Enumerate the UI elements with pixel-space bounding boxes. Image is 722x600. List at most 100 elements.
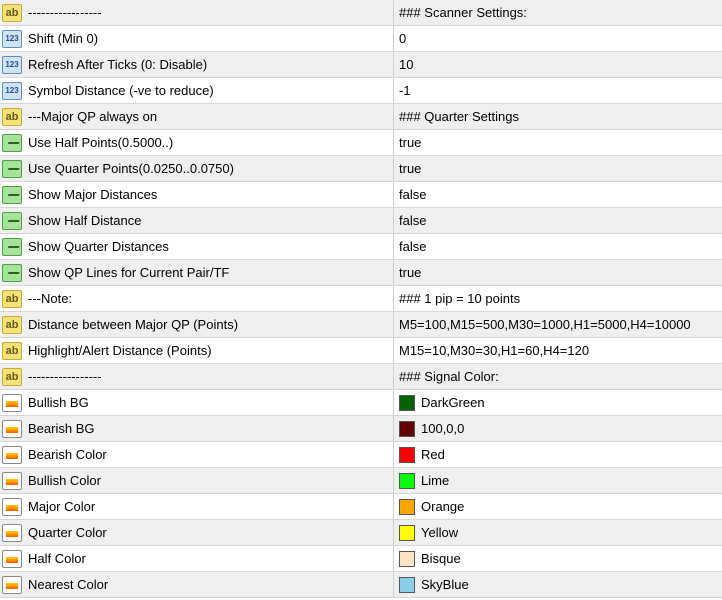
parameter-value-cell[interactable]: Yellow [394, 520, 722, 545]
parameter-name-cell: Use Half Points(0.5000..) [0, 130, 394, 155]
parameter-name: Show QP Lines for Current Pair/TF [28, 265, 230, 280]
parameter-value[interactable]: ### Scanner Settings: [399, 5, 527, 20]
parameter-value-cell[interactable]: Lime [394, 468, 722, 493]
parameter-name-cell: Show QP Lines for Current Pair/TF [0, 260, 394, 285]
parameter-value-cell[interactable]: Bisque [394, 546, 722, 571]
parameter-row[interactable]: ab ----------------- ### Signal Color: [0, 364, 722, 390]
parameter-value-cell[interactable]: 0 [394, 26, 722, 51]
parameter-name-cell: 123 Shift (Min 0) [0, 26, 394, 51]
parameter-value[interactable]: Bisque [421, 551, 461, 566]
parameter-row[interactable]: Major Color Orange [0, 494, 722, 520]
parameter-name: ----------------- [28, 5, 102, 20]
parameter-name-cell: Bearish BG [0, 416, 394, 441]
parameter-name: Bearish Color [28, 447, 107, 462]
parameter-value-cell[interactable]: 10 [394, 52, 722, 77]
parameter-value[interactable]: true [399, 161, 421, 176]
parameter-row[interactable]: ab ----------------- ### Scanner Setting… [0, 0, 722, 26]
parameter-value-cell[interactable]: M15=10,M30=30,H1=60,H4=120 [394, 338, 722, 363]
parameter-row[interactable]: Bearish Color Red [0, 442, 722, 468]
parameter-name: Half Color [28, 551, 86, 566]
parameter-row[interactable]: Show Quarter Distances false [0, 234, 722, 260]
parameter-row[interactable]: ab Distance between Major QP (Points) M5… [0, 312, 722, 338]
string-icon: ab [2, 107, 22, 126]
parameter-value[interactable]: ### Quarter Settings [399, 109, 519, 124]
parameter-row[interactable]: Use Half Points(0.5000..) true [0, 130, 722, 156]
parameter-value[interactable]: SkyBlue [421, 577, 469, 592]
parameter-value-cell[interactable]: ### Signal Color: [394, 364, 722, 389]
parameter-value-cell[interactable]: Orange [394, 494, 722, 519]
parameter-row[interactable]: Quarter Color Yellow [0, 520, 722, 546]
parameter-row[interactable]: Bullish BG DarkGreen [0, 390, 722, 416]
parameter-row[interactable]: ab ---Note: ### 1 pip = 10 points [0, 286, 722, 312]
parameter-value-cell[interactable]: M5=100,M15=500,M30=1000,H1=5000,H4=10000 [394, 312, 722, 337]
boolean-icon [2, 263, 22, 282]
color-icon [2, 575, 22, 594]
parameter-value[interactable]: false [399, 239, 426, 254]
parameter-value[interactable]: ### Signal Color: [399, 369, 499, 384]
parameter-name-cell: Quarter Color [0, 520, 394, 545]
parameter-value-cell[interactable]: ### Quarter Settings [394, 104, 722, 129]
color-icon [2, 419, 22, 438]
parameter-value-cell[interactable]: true [394, 156, 722, 181]
parameter-name: Bearish BG [28, 421, 95, 436]
parameter-value[interactable]: M15=10,M30=30,H1=60,H4=120 [399, 343, 589, 358]
parameter-value[interactable]: Red [421, 447, 445, 462]
parameter-row[interactable]: Use Quarter Points(0.0250..0.0750) true [0, 156, 722, 182]
boolean-icon [2, 159, 22, 178]
parameter-name-cell: Show Major Distances [0, 182, 394, 207]
parameter-name: ---Note: [28, 291, 73, 306]
parameter-value-cell[interactable]: SkyBlue [394, 572, 722, 597]
parameter-name: Bullish BG [28, 395, 89, 410]
parameter-value[interactable]: -1 [399, 83, 411, 98]
parameter-value-cell[interactable]: -1 [394, 78, 722, 103]
parameter-value-cell[interactable]: false [394, 208, 722, 233]
boolean-icon [2, 185, 22, 204]
parameter-value[interactable]: false [399, 187, 426, 202]
parameter-value-cell[interactable]: Red [394, 442, 722, 467]
parameter-value[interactable]: Lime [421, 473, 449, 488]
color-swatch [399, 472, 415, 489]
color-icon [2, 549, 22, 568]
parameter-value[interactable]: true [399, 265, 421, 280]
parameter-value-cell[interactable]: true [394, 260, 722, 285]
parameter-row[interactable]: Bullish Color Lime [0, 468, 722, 494]
parameter-name: Show Half Distance [28, 213, 142, 228]
parameter-value[interactable]: 10 [399, 57, 413, 72]
parameter-value-cell[interactable]: 100,0,0 [394, 416, 722, 441]
parameter-row[interactable]: Half Color Bisque [0, 546, 722, 572]
parameter-name: Bullish Color [28, 473, 101, 488]
color-swatch [399, 550, 415, 567]
parameter-value-cell[interactable]: DarkGreen [394, 390, 722, 415]
color-icon [2, 445, 22, 464]
parameter-value[interactable]: DarkGreen [421, 395, 485, 410]
color-icon [2, 393, 22, 412]
color-icon [2, 471, 22, 490]
parameter-row[interactable]: 123 Refresh After Ticks (0: Disable) 10 [0, 52, 722, 78]
color-swatch [399, 420, 415, 437]
string-icon: ab [2, 341, 22, 360]
parameter-name-cell: Show Quarter Distances [0, 234, 394, 259]
parameter-row[interactable]: Show QP Lines for Current Pair/TF true [0, 260, 722, 286]
parameter-row[interactable]: ab Highlight/Alert Distance (Points) M15… [0, 338, 722, 364]
parameter-value-cell[interactable]: false [394, 182, 722, 207]
parameter-value[interactable]: false [399, 213, 426, 228]
parameter-row[interactable]: ab ---Major QP always on ### Quarter Set… [0, 104, 722, 130]
parameter-value[interactable]: Orange [421, 499, 464, 514]
parameter-value[interactable]: true [399, 135, 421, 150]
parameter-value[interactable]: Yellow [421, 525, 458, 540]
parameter-value[interactable]: 100,0,0 [421, 421, 464, 436]
parameter-value-cell[interactable]: ### 1 pip = 10 points [394, 286, 722, 311]
parameter-value[interactable]: M5=100,M15=500,M30=1000,H1=5000,H4=10000 [399, 317, 691, 332]
parameter-value-cell[interactable]: true [394, 130, 722, 155]
parameter-value[interactable]: 0 [399, 31, 406, 46]
parameter-row[interactable]: 123 Shift (Min 0) 0 [0, 26, 722, 52]
parameter-row[interactable]: Show Half Distance false [0, 208, 722, 234]
parameter-row[interactable]: Show Major Distances false [0, 182, 722, 208]
parameter-value-cell[interactable]: ### Scanner Settings: [394, 0, 722, 25]
parameter-row[interactable]: Nearest Color SkyBlue [0, 572, 722, 598]
parameter-row[interactable]: 123 Symbol Distance (-ve to reduce) -1 [0, 78, 722, 104]
parameter-value[interactable]: ### 1 pip = 10 points [399, 291, 520, 306]
parameter-name: Symbol Distance (-ve to reduce) [28, 83, 214, 98]
parameter-row[interactable]: Bearish BG 100,0,0 [0, 416, 722, 442]
parameter-value-cell[interactable]: false [394, 234, 722, 259]
